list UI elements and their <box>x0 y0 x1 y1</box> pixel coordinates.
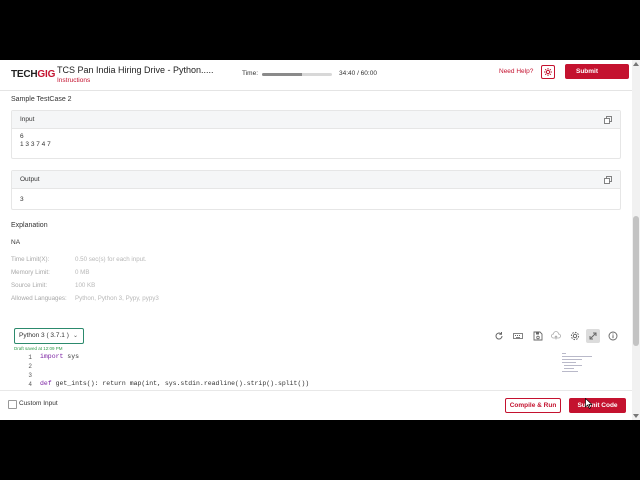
scroll-up-arrow[interactable] <box>633 62 639 66</box>
contest-title: TCS Pan India Hiring Drive - Python..... <box>57 65 214 75</box>
output-label: Output <box>20 176 40 183</box>
output-box: Output 3 <box>11 170 621 210</box>
upload-icon[interactable] <box>551 331 561 341</box>
gear-icon <box>544 68 552 76</box>
submit-code-button[interactable]: Submit Code <box>569 398 626 413</box>
compile-run-button[interactable]: Compile & Run <box>505 398 561 413</box>
time-progress-bar <box>262 73 332 76</box>
info-icon[interactable] <box>608 331 618 341</box>
copy-icon[interactable] <box>604 116 612 124</box>
input-header: Input <box>12 111 620 129</box>
source-limit-label: Source Limit: <box>11 282 48 289</box>
time-progress-fill <box>262 73 303 76</box>
scroll-down-arrow[interactable] <box>633 414 639 418</box>
time-label: Time: <box>242 70 259 77</box>
draft-status: Draft saved at 12:09 PM <box>14 346 63 351</box>
code-editor[interactable]: 1 2 3 4 import sys def get_ints(): retur… <box>10 352 620 388</box>
browser-viewport: TECHGIG TCS Pan India Hiring Drive - Pyt… <box>0 60 640 420</box>
keyboard-icon[interactable] <box>513 331 523 341</box>
output-value: 3 <box>20 196 24 203</box>
settings-gear-icon[interactable] <box>570 331 580 341</box>
allowed-languages-value: Python, Python 3, Pypy, pypy3 <box>75 295 159 302</box>
gear-button[interactable] <box>541 65 555 79</box>
need-help-link[interactable]: Need Help? <box>499 68 533 75</box>
code-line: def get_ints(): return map(int, sys.stdi… <box>40 380 309 387</box>
language-select[interactable]: Python 3 ( 3.7.1 ) ⌄ <box>14 328 84 344</box>
techgig-logo[interactable]: TECHGIG <box>11 69 55 80</box>
time-value: 34:40 / 60:00 <box>339 70 377 77</box>
scrollbar-thumb[interactable] <box>633 216 639 346</box>
line-number: 4 <box>28 381 32 388</box>
input-value: 6 1 3 3 7 4 7 <box>20 133 51 148</box>
fullscreen-button[interactable] <box>586 329 600 343</box>
source-limit-value: 100 KB <box>75 282 96 289</box>
logo-gig-text: GIG <box>37 69 56 80</box>
page-scrollbar[interactable] <box>632 60 640 420</box>
explanation-text: NA <box>11 239 21 246</box>
expand-icon <box>589 332 597 340</box>
line-number: 2 <box>28 363 32 370</box>
time-limit-label: Time Limit(X): <box>11 256 50 263</box>
time-limit-value: 0.50 sec(s) for each input. <box>75 256 147 263</box>
output-header: Output <box>12 171 620 189</box>
chevron-down-icon: ⌄ <box>72 333 78 339</box>
top-header: TECHGIG TCS Pan India Hiring Drive - Pyt… <box>0 60 632 91</box>
input-box: Input 6 1 3 3 7 4 7 <box>11 110 621 159</box>
language-select-value: Python 3 ( 3.7.1 ) <box>19 332 69 339</box>
custom-input-label: Custom Input <box>19 400 58 407</box>
line-number: 1 <box>28 354 32 361</box>
logo-tech-text: TECH <box>11 69 38 80</box>
code-keyword: import <box>40 353 64 360</box>
explanation-title: Explanation <box>11 222 48 229</box>
memory-limit-label: Memory Limit: <box>11 269 50 276</box>
memory-limit-value: 0 MB <box>75 269 90 276</box>
code-line: import sys <box>40 353 79 360</box>
instructions-link[interactable]: Instructions <box>57 77 90 84</box>
line-number: 3 <box>28 372 32 379</box>
submit-button[interactable]: Submit <box>565 64 629 79</box>
action-bar: Custom Input Compile & Run Submit Code <box>0 390 632 420</box>
copy-icon[interactable] <box>604 176 612 184</box>
testcase-title: Sample TestCase 2 <box>11 96 72 103</box>
input-label: Input <box>20 116 35 123</box>
reset-icon[interactable] <box>494 331 504 341</box>
mouse-cursor-icon <box>585 398 593 409</box>
code-text: get_ints(): return map(int, sys.stdin.re… <box>51 380 310 387</box>
editor-minimap[interactable] <box>560 352 605 378</box>
code-keyword: def <box>40 380 52 387</box>
save-icon[interactable] <box>533 331 543 341</box>
allowed-languages-label: Allowed Languages: <box>11 295 67 302</box>
code-text: sys <box>63 353 80 360</box>
custom-input-checkbox[interactable] <box>8 400 17 409</box>
